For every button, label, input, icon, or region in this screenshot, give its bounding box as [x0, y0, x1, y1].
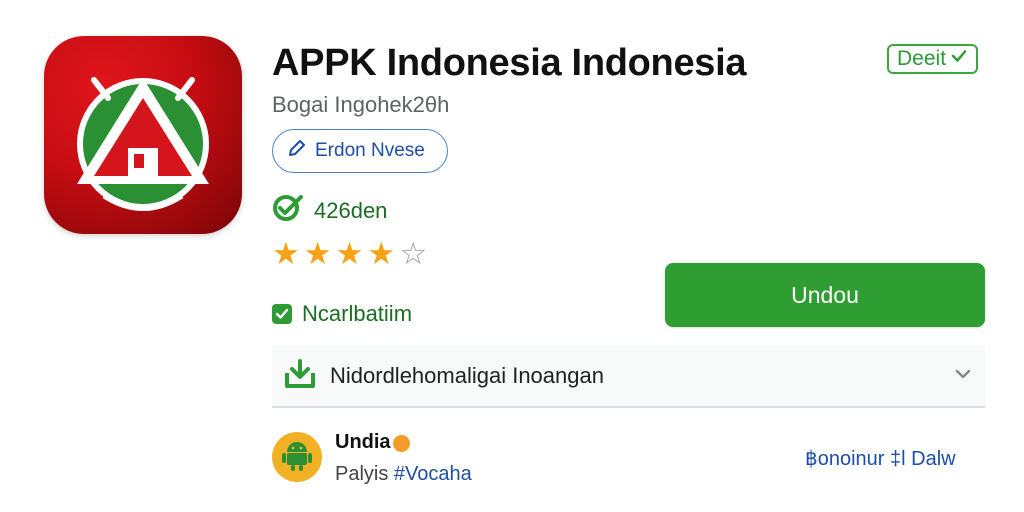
check-badge-icon	[272, 194, 304, 228]
app-logo-icon	[44, 36, 242, 234]
checkbox-row[interactable]: Ncarlbatiim	[272, 301, 412, 327]
app-subtitle: Bogai Ingohek2θh	[272, 92, 450, 117]
install-button[interactable]: Undou	[665, 263, 985, 327]
download-tray-icon	[284, 358, 316, 394]
rating-count-row: 426den	[272, 194, 387, 228]
checkbox-label: Ncarlbatiim	[302, 301, 413, 326]
developer-link[interactable]: ฿onoinur ‡l Dalw	[805, 446, 956, 471]
verified-label: Deeit	[897, 47, 947, 70]
star-outline-icon: ☆	[399, 236, 427, 271]
star-icon: ★	[272, 236, 300, 271]
star-rating: ★ ★ ★ ★ ☆	[272, 238, 427, 269]
developer-sub-prefix: Palyis	[335, 463, 394, 485]
emoji-badge-icon	[392, 435, 410, 452]
expandable-section-label: Nidordlehomaligai Inoangan	[330, 363, 604, 388]
verified-badge: Deeit	[887, 44, 979, 74]
rating-count: 426den	[314, 198, 388, 223]
checkbox[interactable]	[272, 304, 292, 324]
star-icon: ★	[335, 236, 364, 271]
pencil-icon	[287, 138, 307, 164]
checkmark-icon	[950, 47, 968, 71]
star-icon: ★	[367, 236, 396, 271]
app-title: APPK Indonesia Indonesia	[272, 42, 747, 84]
developer-sub-tag[interactable]: #Vocaha	[394, 463, 472, 485]
chevron-down-icon[interactable]	[953, 364, 973, 389]
expandable-section[interactable]: Nidordlehomaligai Inoangan	[272, 346, 985, 408]
developer-subtitle: Palyis #Vocaha	[335, 463, 472, 486]
developer-name[interactable]: Undia	[335, 431, 410, 454]
developer-avatar[interactable]	[272, 432, 322, 482]
edit-chip-label: Erdon Nvese	[315, 140, 425, 161]
edit-chip-button[interactable]: Erdon Nvese	[272, 129, 448, 173]
star-icon: ★	[303, 236, 332, 271]
android-robot-icon	[281, 438, 313, 477]
developer-name-text: Undia	[335, 431, 391, 453]
